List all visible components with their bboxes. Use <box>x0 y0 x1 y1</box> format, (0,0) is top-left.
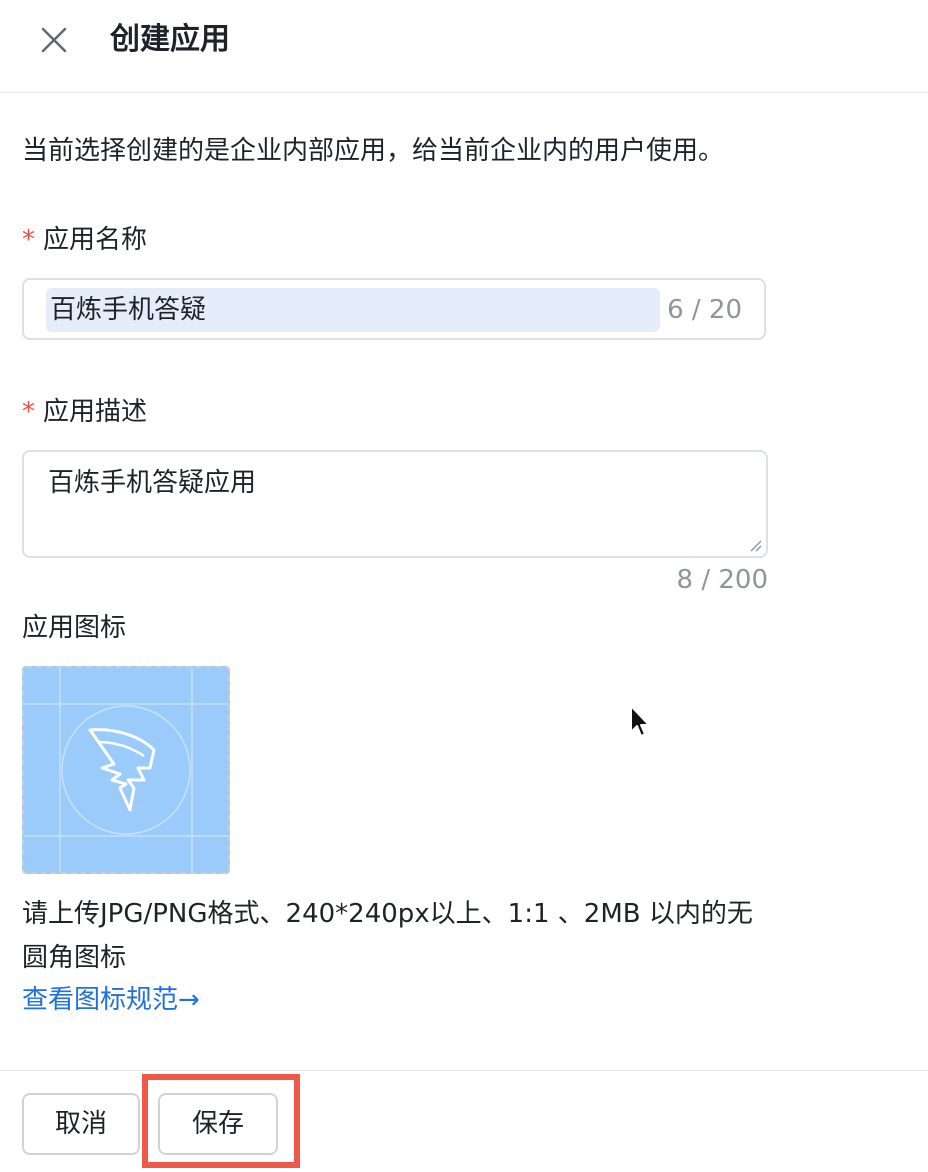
save-button[interactable]: 保存 <box>158 1093 278 1155</box>
app-name-value[interactable]: 百炼手机答疑 <box>46 288 660 332</box>
dingtalk-wing-icon <box>24 668 228 872</box>
intro-text: 当前选择创建的是企业内部应用，给当前企业内的用户使用。 <box>22 136 725 166</box>
required-mark: * <box>22 225 35 255</box>
page-title: 创建应用 <box>110 22 230 57</box>
close-button[interactable] <box>36 22 72 58</box>
app-name-counter: 6 / 20 <box>667 295 742 325</box>
app-description-counter: 8 / 200 <box>676 565 768 595</box>
icon-spec-link[interactable]: 查看图标规范→ <box>22 980 200 1020</box>
app-name-label-text: 应用名称 <box>43 225 148 255</box>
required-mark: * <box>22 397 35 427</box>
app-icon-label: 应用图标 <box>22 613 127 643</box>
app-description-label-text: 应用描述 <box>43 397 148 427</box>
app-description-value[interactable]: 百炼手机答疑应用 <box>48 464 256 502</box>
app-icon-upload[interactable] <box>22 666 230 874</box>
cancel-button[interactable]: 取消 <box>22 1093 140 1155</box>
mouse-cursor-icon <box>630 705 650 737</box>
app-name-input[interactable]: 百炼手机答疑 6 / 20 <box>22 278 766 340</box>
create-app-panel: 创建应用 当前选择创建的是企业内部应用，给当前企业内的用户使用。 * 应用名称 百… <box>0 0 928 1172</box>
panel-footer: 取消 保存 <box>0 1070 928 1172</box>
resize-handle-icon[interactable] <box>748 538 762 552</box>
panel-header: 创建应用 <box>0 0 928 93</box>
app-name-label: * 应用名称 <box>22 222 147 258</box>
app-description-label: * 应用描述 <box>22 394 147 430</box>
icon-upload-hint: 请上传JPG/PNG格式、240*240px以上、1:1 、2MB 以内的无圆角… <box>22 899 753 973</box>
app-description-textarea[interactable]: 百炼手机答疑应用 <box>22 450 768 558</box>
close-icon <box>41 27 67 53</box>
